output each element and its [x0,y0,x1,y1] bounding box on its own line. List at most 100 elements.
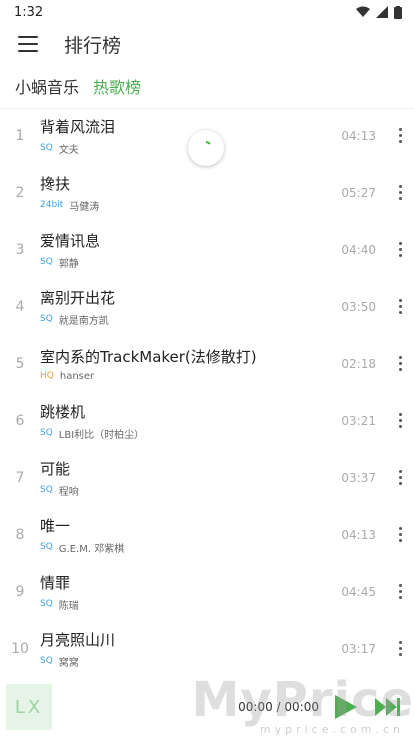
more-options-icon[interactable] [386,299,414,314]
more-options-icon[interactable] [386,584,414,599]
song-artist: 马健涛 [69,201,100,213]
song-list: 1 背着风流泪 SQ 文夫 04:13 2 搀扶 24bit 马健涛 05:27 3 爱情讯息 SQ 郭静… [0,107,414,677]
song-row[interactable]: 4 离别开出花 SQ 就是南方凯 03:50 [0,278,414,335]
song-title: 月亮照山川 [40,630,116,649]
song-duration: 04:13 [341,128,376,143]
song-info: 情罪 SQ 陈瑞 [40,572,336,612]
song-row[interactable]: 5 室内系的TrackMaker(法修散打) HQ hanser 02:18 [0,335,414,392]
song-meta: SQ 窝窝 [40,654,336,669]
song-info: 离别开出花 SQ 就是南方凯 [40,287,336,327]
song-artist: 文夫 [58,144,79,156]
song-meta: SQ 程响 [40,483,336,498]
quality-badge: 24bit [40,200,64,210]
song-meta: SQ 陈瑞 [40,597,336,612]
quality-badge: SQ [40,143,53,153]
play-button[interactable] [335,695,357,719]
song-index: 4 [15,298,25,315]
song-info: 唯一 SQ G.E.M. 邓紫棋 [40,515,336,555]
tab-hot-list[interactable]: 热歌榜 [93,74,141,98]
song-index: 6 [15,412,25,429]
song-artist: hanser [59,370,95,382]
song-info: 搀扶 24bit 马健涛 [40,173,336,213]
song-artist: G.E.M. 邓紫棋 [58,543,125,555]
song-row[interactable]: 8 唯一 SQ G.E.M. 邓紫棋 04:13 [0,506,414,563]
song-duration: 04:45 [341,584,376,599]
song-info: 可能 SQ 程响 [40,458,336,498]
battery-icon [394,5,402,19]
song-row[interactable]: 9 情罪 SQ 陈瑞 04:45 [0,563,414,620]
more-options-icon[interactable] [386,413,414,428]
more-options-icon[interactable] [386,128,414,143]
spinner-icon [205,141,211,145]
song-meta: HQ hanser [40,371,336,382]
song-info: 爱情讯息 SQ 郭静 [40,230,336,270]
player-time: 00:00 / 00:00 [238,700,319,714]
tab-source[interactable]: 小蜗音乐 [15,74,79,98]
song-title: 搀扶 [40,174,71,193]
song-title: 可能 [40,459,71,478]
song-artist: 陈瑞 [58,600,79,612]
menu-icon[interactable] [18,36,38,52]
song-duration: 03:17 [341,641,376,656]
source-tabs: 小蜗音乐 热歌榜 [0,64,414,109]
song-info: 室内系的TrackMaker(法修散打) HQ hanser [40,346,336,382]
song-index: 10 [11,640,29,657]
quality-badge: SQ [40,656,53,666]
wifi-icon [356,6,370,17]
more-options-icon[interactable] [386,242,414,257]
song-meta: SQ G.E.M. 邓紫棋 [40,540,336,555]
song-duration: 04:40 [341,242,376,257]
song-duration: 05:27 [341,185,376,200]
quality-badge: SQ [40,599,53,609]
song-artist: 就是南方凯 [58,315,109,327]
song-title: 情罪 [40,573,71,592]
song-duration: 03:21 [341,413,376,428]
more-options-icon[interactable] [386,470,414,485]
song-row[interactable]: 2 搀扶 24bit 马健涛 05:27 [0,164,414,221]
song-duration: 03:37 [341,470,376,485]
status-bar: 1:32 [0,0,414,24]
song-row[interactable]: 10 月亮照山川 SQ 窝窝 03:17 [0,620,414,677]
next-button[interactable] [375,698,400,716]
album-cover[interactable]: LX [6,684,52,730]
song-index: 1 [15,127,25,144]
song-meta: 24bit 马健涛 [40,198,336,213]
status-time: 1:32 [14,4,44,20]
quality-badge: HQ [40,371,54,381]
more-options-icon[interactable] [386,185,414,200]
song-meta: SQ LBI利比（时柏尘） [40,426,336,441]
quality-badge: SQ [40,257,53,267]
more-options-icon[interactable] [386,641,414,656]
song-row[interactable]: 6 跳楼机 SQ LBI利比（时柏尘） 03:21 [0,392,414,449]
song-title: 跳楼机 [40,402,86,421]
song-index: 7 [15,469,25,486]
signal-icon [376,6,388,18]
song-info: 月亮照山川 SQ 窝窝 [40,629,336,669]
more-options-icon[interactable] [386,356,414,371]
song-index: 3 [15,241,25,258]
status-icons [356,5,402,19]
song-meta: SQ 郭静 [40,255,336,270]
song-artist: 程响 [58,486,79,498]
song-row[interactable]: 7 可能 SQ 程响 03:37 [0,449,414,506]
song-title: 爱情讯息 [40,231,101,250]
more-options-icon[interactable] [386,527,414,542]
app-bar: 排行榜 [0,24,414,64]
quality-badge: SQ [40,485,53,495]
song-title: 唯一 [40,516,71,535]
song-row[interactable]: 3 爱情讯息 SQ 郭静 04:40 [0,221,414,278]
quality-badge: SQ [40,428,53,438]
song-title: 背着风流泪 [40,117,116,136]
song-artist: LBI利比（时柏尘） [58,429,145,441]
song-duration: 02:18 [341,356,376,371]
loading-spinner [188,130,224,166]
song-info: 跳楼机 SQ LBI利比（时柏尘） [40,401,336,441]
song-duration: 03:50 [341,299,376,314]
song-index: 8 [15,526,25,543]
song-artist: 窝窝 [58,657,79,669]
song-index: 5 [15,355,25,372]
page-title: 排行榜 [64,34,122,57]
quality-badge: SQ [40,542,53,552]
song-artist: 郭静 [58,258,79,270]
song-duration: 04:13 [341,527,376,542]
